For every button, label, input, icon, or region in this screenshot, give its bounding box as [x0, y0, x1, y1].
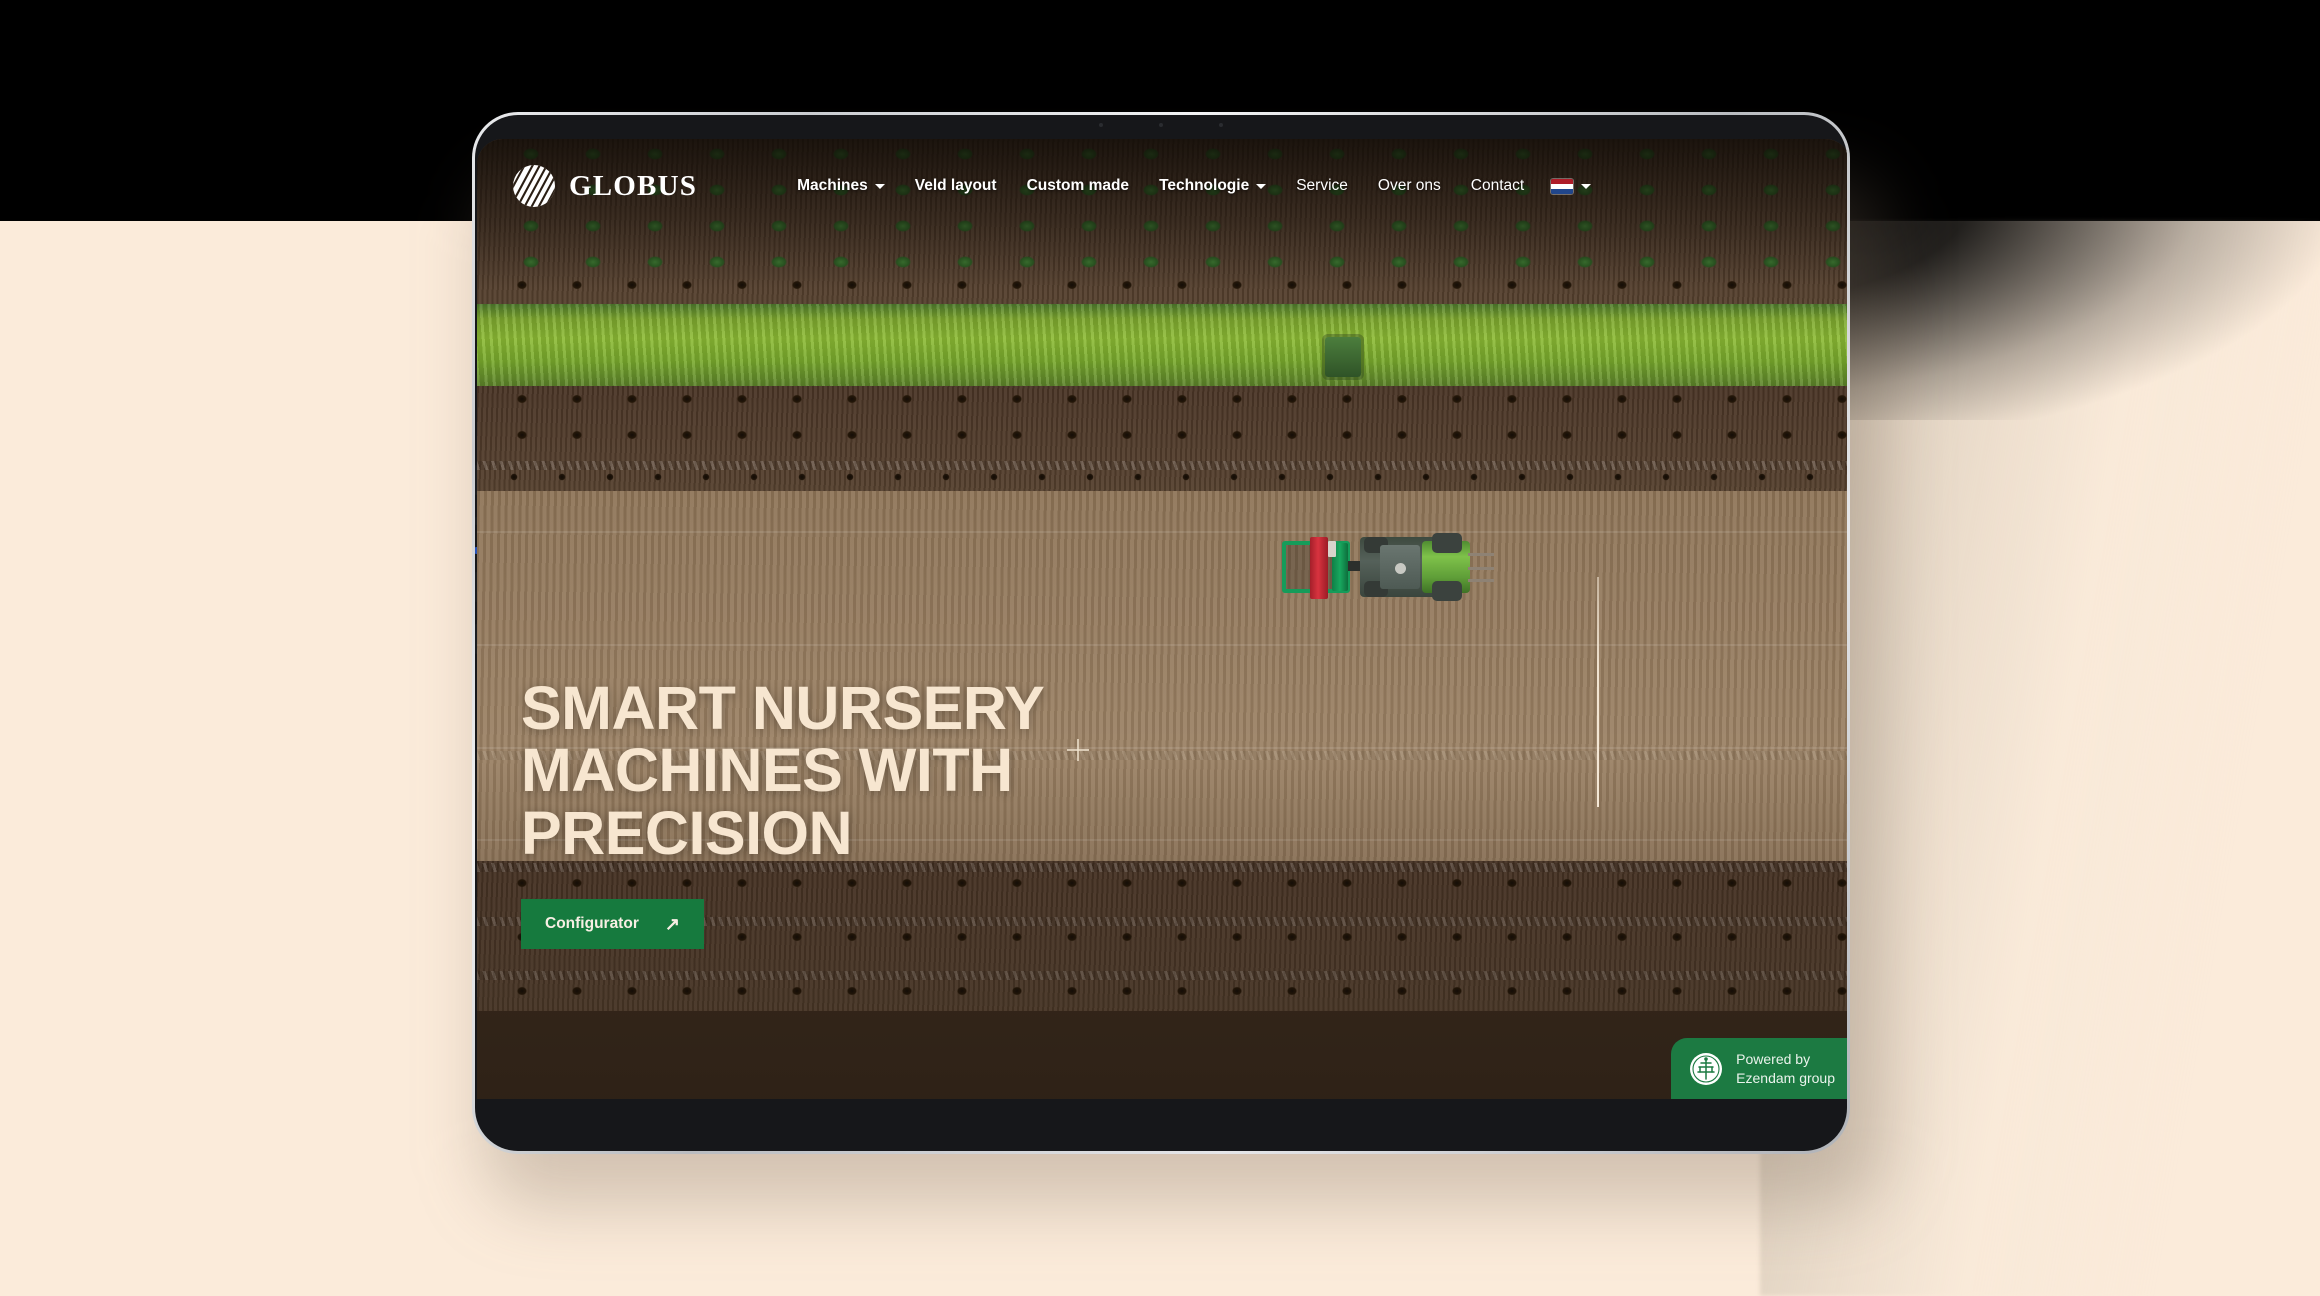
- globe-stripes-icon: [511, 163, 557, 209]
- nav-label-contact: Contact: [1470, 177, 1525, 194]
- page-title: SMART NURSERY MACHINES WITH PRECISION: [521, 673, 1044, 868]
- nav-item-service[interactable]: Service: [1281, 169, 1363, 203]
- tablet-device-frame: GLOBUS Machines Veld layout Custom made: [472, 112, 1850, 1154]
- flag-netherlands-icon: [1551, 178, 1574, 194]
- hero-content: SMART NURSERY MACHINES WITH PRECISION Co…: [521, 673, 1341, 949]
- nav-label-custom-made: Custom made: [1026, 177, 1130, 194]
- arrow-up-right-icon: ↗: [664, 914, 680, 934]
- powered-by-line2: Ezendam group: [1736, 1069, 1835, 1086]
- distant-machine: [1325, 337, 1361, 377]
- nav-item-custom-made[interactable]: Custom made: [1012, 169, 1145, 203]
- powered-by-text: Powered by Ezendam group: [1736, 1050, 1835, 1087]
- language-switcher[interactable]: [1539, 171, 1603, 202]
- site-navbar: GLOBUS Machines Veld layout Custom made: [477, 139, 1847, 233]
- primary-menu: Machines Veld layout Custom made Technol…: [782, 169, 1603, 203]
- configurator-button[interactable]: Configurator ↗: [521, 899, 704, 949]
- website-viewport: GLOBUS Machines Veld layout Custom made: [477, 139, 1847, 1099]
- tractor-with-implement: [1282, 533, 1497, 601]
- brand-logo-link[interactable]: GLOBUS: [511, 163, 697, 209]
- scroll-progress-line: [1597, 577, 1599, 807]
- powered-by-line1: Powered by: [1736, 1051, 1811, 1068]
- chevron-down-icon: [1581, 183, 1592, 189]
- tablet-body: GLOBUS Machines Veld layout Custom made: [475, 115, 1847, 1151]
- nav-label-over-ons: Over ons: [1377, 177, 1441, 194]
- ezendam-tree-emblem-icon: [1689, 1052, 1723, 1086]
- nav-label-veld-layout: Veld layout: [914, 177, 997, 194]
- device-sensor-dots: [475, 123, 1847, 131]
- nav-item-technologie[interactable]: Technologie: [1144, 169, 1281, 203]
- brand-name-text: GLOBUS: [569, 169, 698, 202]
- configurator-button-label: Configurator: [545, 915, 639, 932]
- chevron-down-icon: [874, 183, 885, 189]
- nav-item-over-ons[interactable]: Over ons: [1363, 169, 1456, 203]
- powered-by-badge[interactable]: Powered by Ezendam group: [1671, 1038, 1847, 1099]
- nav-label-machines: Machines: [797, 177, 868, 194]
- grass-strip: [477, 304, 1847, 386]
- chevron-down-icon: [1256, 183, 1267, 189]
- nav-item-veld-layout[interactable]: Veld layout: [900, 169, 1012, 203]
- nav-label-service: Service: [1296, 177, 1348, 194]
- nav-label-technologie: Technologie: [1159, 177, 1250, 194]
- nav-item-machines[interactable]: Machines: [782, 169, 900, 203]
- nav-item-contact[interactable]: Contact: [1456, 169, 1539, 203]
